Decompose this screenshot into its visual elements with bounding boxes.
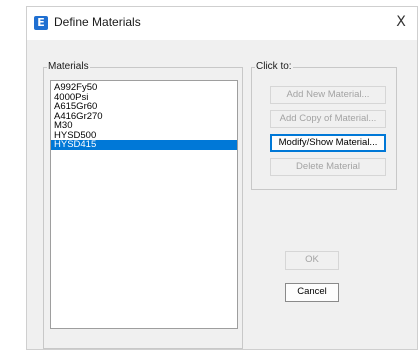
materials-list: A992Fy50 4000Psi A615Gr60 A416Gr270 M30 HYSD5…: [51, 81, 237, 150]
dialog-body: Materials A992Fy50 4000Psi A615Gr60 A416Gr2…: [27, 40, 417, 349]
cancel-button[interactable]: Cancel: [285, 283, 339, 302]
define-materials-dialog: E Define Materials X Materials A992Fy50 4…: [26, 6, 418, 350]
etabs-app-icon: E: [34, 16, 48, 30]
materials-group-label: Materials: [47, 61, 90, 73]
materials-listbox[interactable]: A992Fy50 4000Psi A615Gr60 A416Gr270 M30 HYSD5…: [50, 80, 238, 329]
close-icon[interactable]: X: [393, 13, 409, 31]
click-to-group-label: Click to:: [255, 61, 293, 73]
click-to-group: Click to: Add New Material... Add Copy o…: [251, 61, 397, 190]
window-title: Define Materials: [54, 15, 141, 29]
materials-group: Materials A992Fy50 4000Psi A615Gr60 A416Gr2…: [43, 61, 243, 349]
material-list-item[interactable]: A416Gr270: [51, 111, 237, 122]
ok-button[interactable]: OK: [285, 251, 339, 270]
add-new-material-button[interactable]: Add New Material...: [270, 86, 386, 104]
page: E Define Materials X Materials A992Fy50 4…: [0, 0, 418, 354]
title-bar: E Define Materials X: [27, 7, 417, 40]
modify-show-material-button[interactable]: Modify/Show Material...: [270, 134, 386, 152]
add-copy-of-material-button[interactable]: Add Copy of Material...: [270, 110, 386, 128]
delete-material-button[interactable]: Delete Material: [270, 158, 386, 176]
material-list-item[interactable]: HYSD415: [51, 140, 237, 150]
